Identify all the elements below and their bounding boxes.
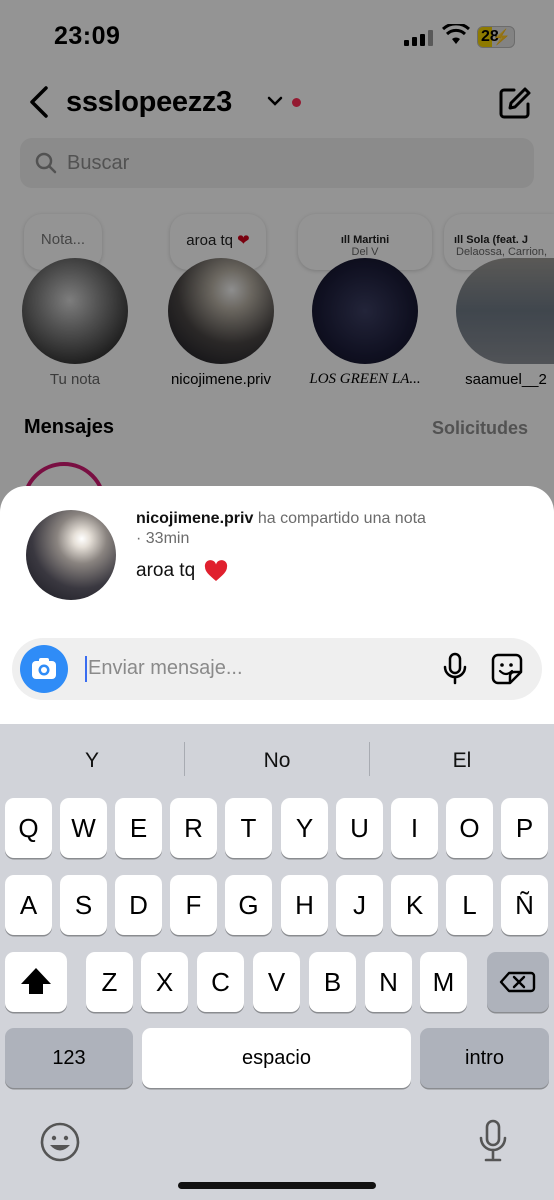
note-time: · 33min bbox=[136, 530, 190, 547]
note-author[interactable]: nicojimene.priv bbox=[136, 510, 253, 527]
key-k[interactable]: K bbox=[391, 875, 438, 935]
keyboard: Y No El Q W E R T Y U I O P A S D F G H … bbox=[0, 724, 554, 1200]
key-z[interactable]: Z bbox=[86, 952, 133, 1012]
key-f[interactable]: F bbox=[170, 875, 217, 935]
key-q[interactable]: Q bbox=[5, 798, 52, 858]
key-m[interactable]: M bbox=[420, 952, 467, 1012]
shift-key[interactable] bbox=[5, 952, 67, 1012]
key-c[interactable]: C bbox=[197, 952, 244, 1012]
space-key[interactable]: espacio bbox=[142, 1028, 411, 1088]
note-reply-sheet: nicojimene.priv ha compartido una nota ·… bbox=[0, 486, 554, 726]
key-r[interactable]: R bbox=[170, 798, 217, 858]
sticker-icon[interactable] bbox=[490, 652, 524, 686]
return-key[interactable]: intro bbox=[420, 1028, 549, 1088]
note-action: ha compartido una nota bbox=[257, 510, 426, 527]
note-author-line: nicojimene.priv ha compartido una nota bbox=[136, 510, 426, 528]
note-content-text: aroa tq bbox=[136, 560, 196, 582]
note-content: aroa tq bbox=[136, 560, 228, 582]
key-d[interactable]: D bbox=[115, 875, 162, 935]
key-enye[interactable]: Ñ bbox=[501, 875, 548, 935]
microphone-icon[interactable] bbox=[440, 652, 470, 686]
dictation-microphone-icon[interactable] bbox=[476, 1118, 510, 1164]
key-i[interactable]: I bbox=[391, 798, 438, 858]
key-n[interactable]: N bbox=[365, 952, 412, 1012]
text-cursor bbox=[85, 656, 87, 682]
camera-button[interactable] bbox=[20, 645, 68, 693]
key-o[interactable]: O bbox=[446, 798, 493, 858]
backspace-icon bbox=[499, 971, 536, 993]
key-p[interactable]: P bbox=[501, 798, 548, 858]
emoji-icon[interactable] bbox=[38, 1120, 82, 1164]
suggestion-2[interactable]: No bbox=[185, 744, 369, 778]
key-l[interactable]: L bbox=[446, 875, 493, 935]
key-e[interactable]: E bbox=[115, 798, 162, 858]
camera-icon bbox=[32, 658, 56, 679]
shift-icon bbox=[21, 968, 51, 994]
backspace-key[interactable] bbox=[487, 952, 549, 1012]
key-t[interactable]: T bbox=[225, 798, 272, 858]
home-indicator[interactable] bbox=[178, 1182, 376, 1189]
key-v[interactable]: V bbox=[253, 952, 300, 1012]
key-b[interactable]: B bbox=[309, 952, 356, 1012]
heart-icon bbox=[205, 560, 228, 581]
key-u[interactable]: U bbox=[336, 798, 383, 858]
numbers-key[interactable]: 123 bbox=[5, 1028, 133, 1088]
key-s[interactable]: S bbox=[60, 875, 107, 935]
key-x[interactable]: X bbox=[141, 952, 188, 1012]
key-y[interactable]: Y bbox=[281, 798, 328, 858]
suggestion-1[interactable]: Y bbox=[0, 744, 184, 778]
key-g[interactable]: G bbox=[225, 875, 272, 935]
key-w[interactable]: W bbox=[60, 798, 107, 858]
key-j[interactable]: J bbox=[336, 875, 383, 935]
message-input[interactable]: Enviar mensaje... bbox=[88, 657, 243, 680]
key-h[interactable]: H bbox=[281, 875, 328, 935]
key-a[interactable]: A bbox=[5, 875, 52, 935]
message-input-bar[interactable]: Enviar mensaje... bbox=[12, 638, 542, 700]
suggestion-3[interactable]: El bbox=[370, 744, 554, 778]
avatar[interactable] bbox=[26, 510, 116, 600]
